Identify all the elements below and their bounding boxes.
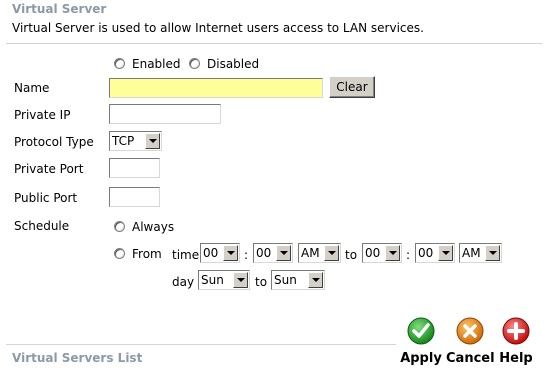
end-ampm-select[interactable]: AM xyxy=(459,243,502,263)
start-ampm-select[interactable]: AM xyxy=(298,243,341,263)
protocol-type-value: TCP xyxy=(112,134,135,148)
start-minute-select[interactable]: 00 xyxy=(253,243,293,263)
end-minute-value: 00 xyxy=(418,246,434,260)
end-minute-select[interactable]: 00 xyxy=(415,243,455,263)
time-colon: : xyxy=(406,248,411,262)
end-hour-value: 00 xyxy=(365,246,381,260)
x-icon xyxy=(456,317,484,345)
schedule-from-label: From xyxy=(132,247,162,261)
start-day-select[interactable]: Sun xyxy=(198,270,250,290)
clear-button[interactable]: Clear xyxy=(329,76,375,98)
schedule-always-label: Always xyxy=(132,220,175,234)
chevron-down-icon xyxy=(324,245,339,261)
cancel-label: Cancel xyxy=(446,351,495,366)
time-colon: : xyxy=(244,248,249,262)
list-title: Virtual Servers List xyxy=(12,351,143,365)
help-button[interactable]: Help xyxy=(496,317,536,366)
disabled-label: Disabled xyxy=(207,57,260,71)
public-port-input[interactable] xyxy=(109,187,160,207)
chevron-down-icon xyxy=(223,245,238,261)
plus-icon xyxy=(502,317,530,345)
time-label: time xyxy=(172,248,200,262)
private-ip-input[interactable] xyxy=(109,104,221,124)
enabled-label: Enabled xyxy=(132,57,181,71)
disabled-radio[interactable] xyxy=(189,58,200,69)
private-port-input[interactable] xyxy=(109,158,160,178)
chevron-down-icon xyxy=(485,245,500,261)
protocol-type-select[interactable]: TCP xyxy=(109,131,162,151)
name-label: Name xyxy=(14,81,50,95)
end-day-value: Sun xyxy=(274,273,297,287)
start-hour-select[interactable]: 00 xyxy=(200,243,240,263)
name-input[interactable] xyxy=(109,78,323,98)
enabled-radio[interactable] xyxy=(114,58,125,69)
chevron-down-icon xyxy=(438,245,453,261)
schedule-label: Schedule xyxy=(14,219,70,233)
day-to-label: to xyxy=(255,275,268,289)
section-description: Virtual Server is used to allow Internet… xyxy=(12,21,424,35)
divider xyxy=(6,43,542,44)
chevron-down-icon xyxy=(308,272,323,288)
chevron-down-icon xyxy=(385,245,400,261)
protocol-type-label: Protocol Type xyxy=(14,135,94,149)
chevron-down-icon xyxy=(276,245,291,261)
end-day-select[interactable]: Sun xyxy=(271,270,325,290)
apply-button[interactable]: Apply xyxy=(398,317,444,366)
private-ip-label: Private IP xyxy=(14,108,71,122)
start-hour-value: 00 xyxy=(203,246,219,260)
day-label: day xyxy=(172,275,195,289)
divider xyxy=(6,344,396,345)
start-minute-value: 00 xyxy=(256,246,272,260)
check-icon xyxy=(407,317,435,345)
section-title: Virtual Server xyxy=(12,2,107,16)
chevron-down-icon xyxy=(233,272,248,288)
chevron-down-icon xyxy=(145,133,160,149)
cancel-button[interactable]: Cancel xyxy=(446,317,495,366)
public-port-label: Public Port xyxy=(14,191,78,205)
schedule-always-radio[interactable] xyxy=(114,221,125,232)
apply-label: Apply xyxy=(400,351,442,366)
private-port-label: Private Port xyxy=(14,162,84,176)
help-label: Help xyxy=(499,351,533,366)
end-hour-select[interactable]: 00 xyxy=(362,243,402,263)
start-day-value: Sun xyxy=(201,273,224,287)
end-ampm-value: AM xyxy=(462,246,481,260)
time-to-label: to xyxy=(345,248,358,262)
schedule-from-radio[interactable] xyxy=(114,248,125,259)
start-ampm-value: AM xyxy=(301,246,320,260)
